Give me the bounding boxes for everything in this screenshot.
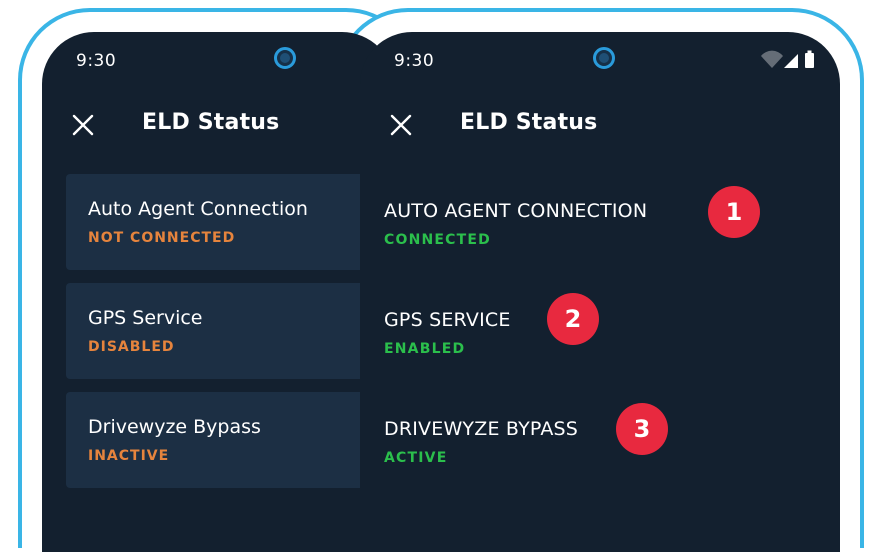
close-icon[interactable] xyxy=(390,114,412,136)
status-badge: CONNECTED xyxy=(384,232,491,248)
status-badge: DISABLED xyxy=(88,339,175,355)
back-phone-screen: 9:30 ELD Status Auto Agent Connection NO… xyxy=(42,32,394,552)
card-drivewyze-bypass[interactable]: Drivewyze Bypass INACTIVE xyxy=(66,392,394,488)
list-item-gps-service[interactable]: GPS SERVICE ENABLED xyxy=(384,309,824,389)
close-icon[interactable] xyxy=(72,114,94,136)
status-time: 9:30 xyxy=(76,51,117,71)
camera-icon xyxy=(593,47,615,69)
signal-icon xyxy=(784,54,798,68)
camera-icon xyxy=(274,47,296,69)
front-phone-screen: 9:30 ELD Status AUTO AGENT CONNECTION CO… xyxy=(360,32,840,552)
card-label: GPS Service xyxy=(88,307,203,329)
item-label: AUTO AGENT CONNECTION xyxy=(384,200,648,222)
status-badge: ACTIVE xyxy=(384,450,448,466)
wifi-icon xyxy=(761,50,783,68)
battery-icon xyxy=(805,50,814,68)
card-label: Auto Agent Connection xyxy=(88,198,308,220)
page-title: ELD Status xyxy=(460,110,598,135)
card-gps-service[interactable]: GPS Service DISABLED xyxy=(66,283,394,379)
card-label: Drivewyze Bypass xyxy=(88,416,261,438)
list-item-drivewyze-bypass[interactable]: DRIVEWYZE BYPASS ACTIVE xyxy=(384,418,824,498)
number-marker-2: 2 xyxy=(547,293,599,345)
status-badge: ENABLED xyxy=(384,341,466,357)
page-title: ELD Status xyxy=(142,110,280,135)
status-badge: INACTIVE xyxy=(88,448,170,464)
number-marker-3: 3 xyxy=(616,403,668,455)
status-time: 9:30 xyxy=(394,51,435,71)
card-auto-agent-connection[interactable]: Auto Agent Connection NOT CONNECTED xyxy=(66,174,394,270)
status-icons xyxy=(760,49,816,69)
item-label: GPS SERVICE xyxy=(384,309,511,331)
status-badge: NOT CONNECTED xyxy=(88,230,236,246)
item-label: DRIVEWYZE BYPASS xyxy=(384,418,579,440)
number-marker-1: 1 xyxy=(708,186,760,238)
